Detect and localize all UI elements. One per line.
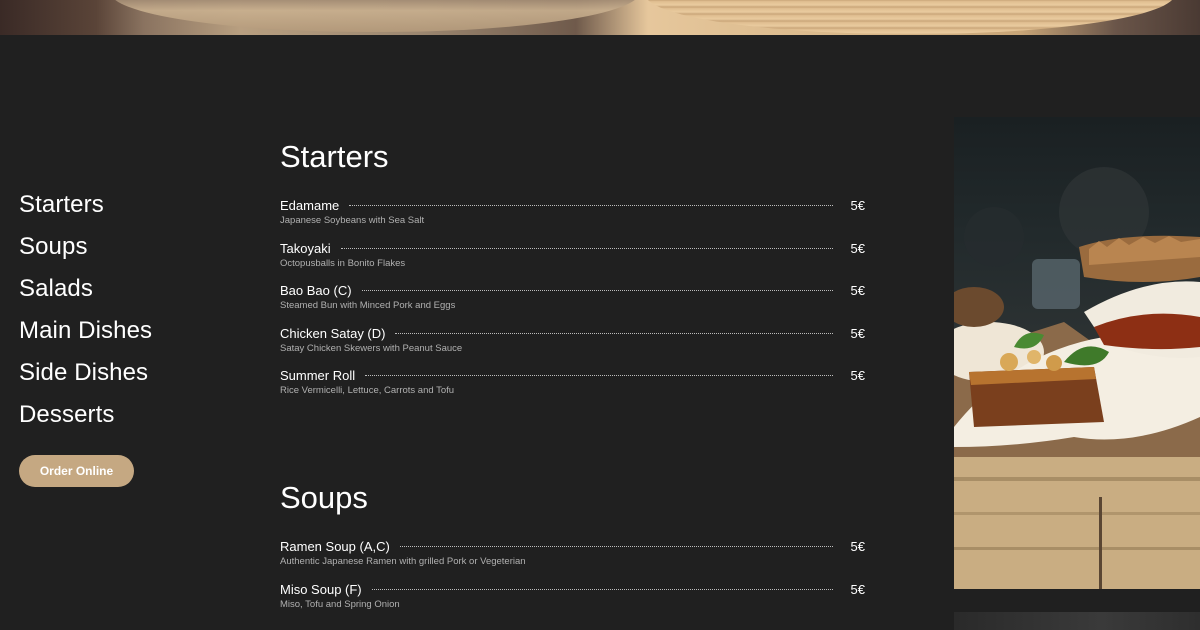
section-title: Soups (280, 480, 368, 515)
item-description: Octopusballs in Bonito Flakes (280, 257, 406, 269)
menu-item: Edamame 5€ Japanese Soybeans with Sea Sa… (280, 198, 865, 241)
food-photo-next (954, 612, 1200, 630)
dotted-leader (349, 205, 833, 206)
nav-item-main-dishes[interactable]: Main Dishes (19, 310, 219, 352)
item-description: Authentic Japanese Ramen with grilled Po… (280, 556, 526, 567)
nav-item-soups[interactable]: Soups (19, 226, 219, 268)
section-soups: Soups Ramen Soup (A,C) 5€ Authentic Japa… (280, 480, 865, 624)
item-name: Takoyaki (280, 240, 331, 256)
order-online-button[interactable]: Order Online (19, 455, 134, 487)
item-price: 5€ (850, 581, 865, 597)
item-name: Summer Roll (280, 368, 356, 384)
item-name: Chicken Satay (D) (280, 325, 386, 341)
dotted-leader (365, 375, 833, 377)
item-price: 5€ (850, 240, 865, 256)
menu-item: Takoyaki 5€ Octopusballs in Bonito Flake… (280, 241, 865, 284)
section-starters: Starters Edamame 5€ Japanese Soybeans wi… (280, 139, 865, 411)
steamer-basket-image (645, 0, 1175, 34)
item-name: Bao Bao (C) (280, 283, 352, 299)
menu-item: Chicken Satay (D) 5€ Satay Chicken Skewe… (280, 326, 865, 369)
nav-item-desserts[interactable]: Desserts (19, 394, 219, 436)
dotted-leader (395, 332, 833, 334)
nav-item-salads[interactable]: Salads (19, 268, 219, 310)
item-name: Edamame (280, 198, 340, 213)
nav-item-starters[interactable]: Starters (19, 184, 219, 226)
item-price: 5€ (850, 368, 865, 384)
menu-item: Miso Soup (F) 5€ Miso, Tofu and Spring O… (280, 582, 865, 625)
item-price: 5€ (850, 198, 865, 213)
item-price: 5€ (850, 283, 865, 299)
item-description: Japanese Soybeans with Sea Salt (280, 215, 425, 226)
dotted-leader (361, 290, 833, 292)
dotted-leader (371, 588, 833, 590)
item-description: Miso, Tofu and Spring Onion (280, 598, 400, 610)
item-price: 5€ (850, 325, 865, 341)
section-title: Starters (280, 139, 389, 174)
menu-item: Ramen Soup (A,C) 5€ Authentic Japanese R… (280, 539, 865, 582)
steamer-basket-image (110, 0, 640, 32)
nav-item-side-dishes[interactable]: Side Dishes (19, 352, 219, 394)
dotted-leader (340, 247, 833, 249)
food-photo-bao-buns (954, 117, 1200, 589)
menu-category-nav: Starters Soups Salads Main Dishes Side D… (19, 184, 219, 436)
item-price: 5€ (850, 539, 865, 554)
dotted-leader (399, 546, 833, 547)
menu-item: Summer Roll 5€ Rice Vermicelli, Lettuce,… (280, 368, 865, 411)
item-description: Rice Vermicelli, Lettuce, Carrots and To… (280, 385, 455, 397)
item-name: Miso Soup (F) (280, 581, 362, 597)
item-description: Satay Chicken Skewers with Peanut Sauce (280, 342, 463, 354)
menu-item: Bao Bao (C) 5€ Steamed Bun with Minced P… (280, 283, 865, 326)
item-description: Steamed Bun with Minced Pork and Eggs (280, 300, 456, 312)
item-name: Ramen Soup (A,C) (280, 539, 390, 554)
hero-image-strip (0, 0, 1200, 35)
